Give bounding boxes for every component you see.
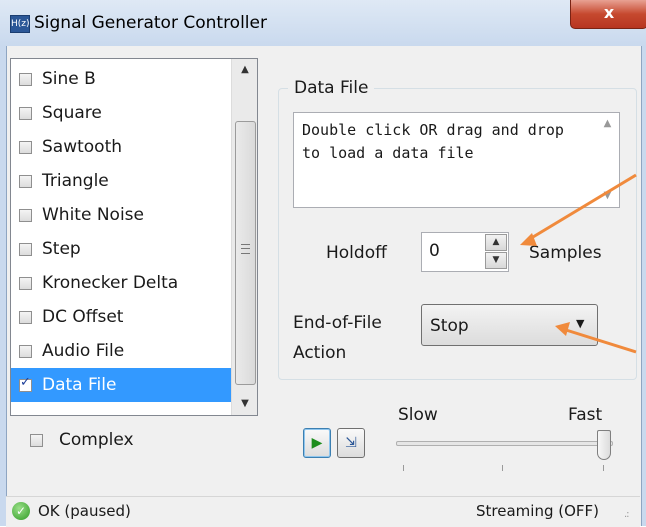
step-icon: ⇲ — [345, 435, 357, 451]
list-item[interactable]: Step — [11, 232, 231, 266]
list-scrollbar[interactable]: ▲ ▼ — [231, 59, 257, 415]
list-item-label: Square — [42, 103, 102, 123]
list-item[interactable]: Kronecker Delta — [11, 266, 231, 300]
list-item[interactable]: Triangle — [11, 164, 231, 198]
play-icon: ▶ — [311, 435, 323, 451]
app-icon: H(z) — [10, 15, 30, 33]
eof-action-dropdown[interactable]: Stop ▼ — [421, 304, 598, 346]
list-item-label: White Noise — [42, 205, 144, 225]
list-item-checkbox[interactable]: ✓ — [19, 375, 32, 392]
list-item[interactable]: Square — [11, 96, 231, 130]
list-item[interactable]: Sawtooth — [11, 130, 231, 164]
slow-label: Slow — [398, 405, 438, 425]
window-title: Signal Generator Controller — [34, 13, 267, 33]
list-item-checkbox[interactable] — [19, 106, 32, 120]
close-button[interactable]: x — [570, 0, 646, 29]
list-item-checkbox[interactable] — [19, 72, 32, 86]
resize-grip-icon[interactable]: .: — [624, 509, 629, 520]
holdoff-stepper[interactable]: 0 ▲ ▼ — [421, 232, 509, 272]
list-item-checkbox[interactable] — [19, 310, 32, 324]
scroll-up-arrow-icon[interactable]: ▲ — [232, 59, 257, 81]
list-item-label: Triangle — [42, 171, 109, 191]
play-button[interactable]: ▶ — [303, 428, 331, 458]
list-item-checkbox[interactable] — [19, 242, 32, 256]
group-title: Data File — [288, 78, 375, 98]
complex-checkbox[interactable] — [30, 433, 43, 447]
scroll-down-arrow-icon[interactable]: ▼ — [596, 185, 619, 207]
list-scroll-thumb[interactable] — [235, 121, 256, 385]
list-item-label: Kronecker Delta — [42, 273, 179, 293]
list-item-checkbox[interactable] — [19, 208, 32, 222]
close-icon: x — [603, 3, 615, 22]
complex-label: Complex — [59, 430, 134, 450]
list-item-checkbox[interactable] — [19, 174, 32, 188]
status-bar: ✓ OK (paused) Streaming (OFF) .: — [6, 496, 640, 527]
fast-label: Fast — [568, 405, 603, 425]
scroll-up-arrow-icon[interactable]: ▲ — [596, 113, 619, 135]
check-icon: ✓ — [20, 374, 31, 390]
list-item[interactable]: White Noise — [11, 198, 231, 232]
list-item[interactable]: Audio File — [11, 334, 231, 368]
list-item-checkbox[interactable] — [19, 276, 32, 290]
speed-slider-track[interactable] — [396, 441, 613, 446]
samples-label: Samples — [529, 243, 602, 263]
spin-down-icon[interactable]: ▼ — [485, 252, 507, 269]
list-item-label: Sawtooth — [42, 137, 123, 157]
list-item[interactable]: Sine B — [11, 62, 231, 96]
slider-tick — [403, 465, 404, 471]
ok-status-icon: ✓ — [12, 502, 30, 520]
slider-tick — [502, 465, 503, 471]
complex-checkbox-row[interactable]: Complex — [30, 430, 134, 450]
list-item-checkbox[interactable] — [19, 344, 32, 358]
holdoff-value[interactable]: 0 — [429, 241, 440, 261]
list-item-label: Sine B — [42, 69, 96, 89]
list-item-label: Data File — [42, 375, 117, 395]
list-item-label: DC Offset — [42, 307, 124, 327]
grip-icon — [241, 244, 250, 254]
textarea-scrollbar[interactable]: ▲ ▼ — [596, 113, 619, 207]
list-item-label: Audio File — [42, 341, 125, 361]
spin-up-icon[interactable]: ▲ — [485, 234, 507, 251]
status-text: OK (paused) — [38, 502, 131, 520]
slider-tick — [603, 465, 604, 471]
list-item-label: Step — [42, 239, 81, 259]
data-file-drop-area[interactable]: Double click OR drag and drop to load a … — [293, 112, 620, 208]
eof-action-value: Stop — [430, 316, 469, 336]
list-item-checkbox[interactable] — [19, 140, 32, 154]
step-button[interactable]: ⇲ — [337, 428, 365, 458]
speed-slider-thumb[interactable] — [597, 430, 611, 460]
streaming-status: Streaming (OFF) — [476, 502, 600, 520]
scroll-down-arrow-icon[interactable]: ▼ — [232, 393, 257, 415]
holdoff-label: Holdoff — [326, 243, 387, 263]
list-item[interactable]: ✓ Data File — [11, 368, 231, 402]
signal-type-list[interactable]: Sine B Square Sawtooth Triangle White Noise S… — [10, 58, 258, 416]
list-item[interactable]: DC Offset — [11, 300, 231, 334]
chevron-down-icon: ▼ — [576, 317, 585, 330]
eof-action-label: End-of-File Action — [293, 313, 382, 363]
